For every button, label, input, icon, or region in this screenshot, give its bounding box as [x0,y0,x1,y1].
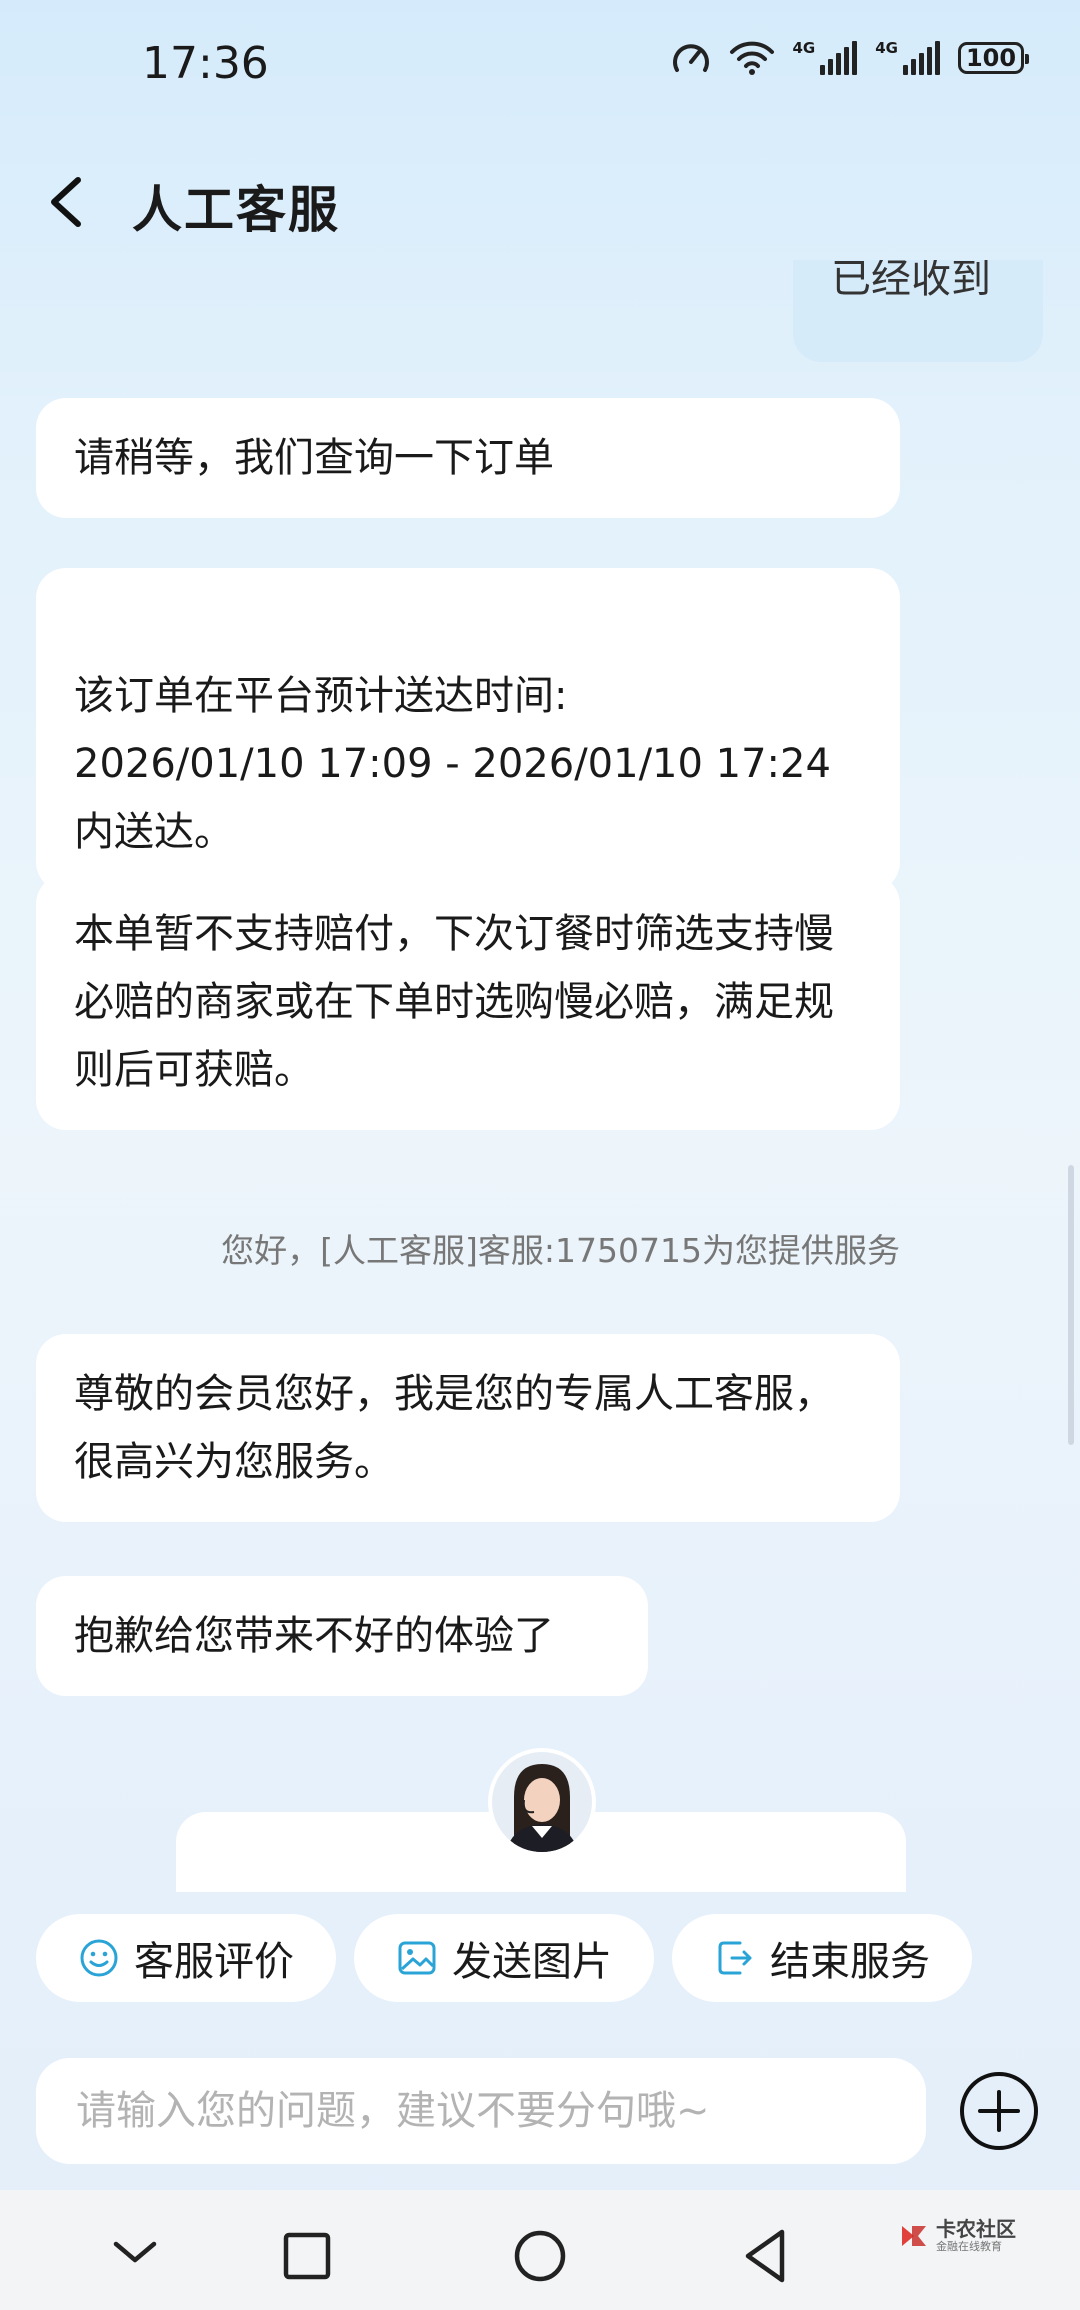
send-image-button[interactable]: 发送图片 [354,1914,654,2002]
end-service-button[interactable]: 结束服务 [672,1914,972,2002]
watermark-sub: 金融在线教育 [936,2240,1002,2253]
status-icons: 4G 4G 100 [671,40,1029,76]
system-notice: 您好，[人工客服]客服:1750715为您提供服务 [221,1231,900,1270]
exit-icon [718,1941,752,1975]
add-plus-icon[interactable] [958,2070,1040,2152]
home-circle-icon[interactable] [512,2220,568,2290]
smile-icon [80,1939,118,1977]
message-input[interactable] [74,2087,888,2135]
agent-message-bubble: 尊敬的会员您好，我是您的专属人工客服，很高兴为您服务。 [36,1334,900,1522]
message-text: 抱歉给您带来不好的体验了 [74,1613,554,1659]
scrollbar[interactable] [1068,1165,1074,1445]
agent-message-bubble: 抱歉给您带来不好的体验了 [36,1576,648,1696]
watermark-name: 卡农社区 [936,2217,1016,2241]
watermark: 卡农社区 金融在线教育 [898,2218,1016,2254]
message-text: 尊敬的会员您好，我是您的专属人工客服，很高兴为您服务。 [74,1371,834,1485]
sent-message-text: 已经收到 [831,260,991,302]
back-triangle-icon[interactable] [742,2220,792,2290]
message-text: 请稍等，我们查询一下订单 [74,435,554,481]
page-title: 人工客服 [132,181,340,239]
recent-apps-icon[interactable] [282,2220,332,2290]
end-service-label: 结束服务 [770,1939,930,1985]
rate-service-label: 客服评价 [134,1939,294,1985]
agent-avatar [488,1748,596,1856]
watermark-logo-icon [902,2226,926,2246]
speed-icon [672,44,709,72]
chevron-down-icon[interactable] [110,2220,160,2290]
agent-avatar-image [492,1752,592,1852]
message-input-box[interactable] [36,2058,926,2164]
agent-message-bubble: 该订单在平台预计送达时间: 2026/01/10 17:09 - 2026/01… [36,568,900,892]
agent-message-bubble: 本单暂不支持赔付，下次订餐时筛选支持慢必赔的商家或在下单时选购慢必赔，满足规则后… [36,874,900,1130]
battery-icon: 100 [958,42,1029,74]
back-arrow-icon[interactable] [44,172,90,232]
rate-service-button[interactable]: 客服评价 [36,1914,336,2002]
network-type-1: 4G [792,39,816,57]
image-icon [398,1941,436,1975]
send-image-label: 发送图片 [452,1939,612,1985]
network-type-2: 4G [875,39,898,57]
wifi-icon [729,41,774,75]
status-time: 17:36 [142,38,269,89]
message-text: 该订单在平台预计送达时间: 2026/01/10 17:09 - 2026/01… [74,673,831,855]
message-text: 本单暂不支持赔付，下次订餐时筛选支持慢必赔的商家或在下单时选购慢必赔，满足规则后… [74,911,834,1093]
signal-4g-icon-2: 4G [875,41,940,75]
sent-message-bubble: 已经收到 [793,260,1043,362]
signal-4g-icon-1: 4G [793,41,858,75]
agent-message-bubble: 请稍等，我们查询一下订单 [36,398,900,518]
